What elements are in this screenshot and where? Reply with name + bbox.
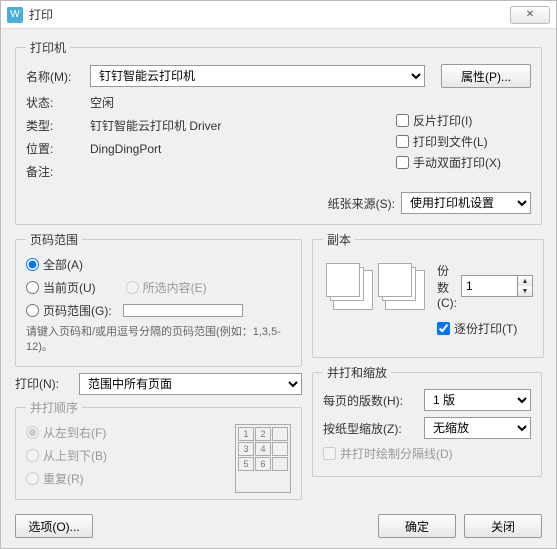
close-button[interactable]: 关闭 (464, 514, 542, 538)
collate-preview-icon (385, 270, 425, 310)
zoom-legend: 并打和缩放 (323, 364, 391, 381)
print-what-label: 打印(N): (15, 375, 73, 392)
range-all-label: 全部(A) (43, 256, 83, 273)
reverse-label: 反片打印(I) (413, 112, 472, 129)
range-pages-radio[interactable] (26, 304, 39, 317)
copies-label: 份数(C): (437, 262, 457, 310)
printer-name-select[interactable]: 钉钉智能云打印机 (90, 65, 425, 87)
properties-button[interactable]: 属性(P)... (441, 64, 531, 88)
titlebar: W 打印 ✕ (1, 1, 556, 29)
printer-name-label: 名称(M): (26, 68, 84, 85)
copies-legend: 副本 (323, 231, 355, 248)
type-value: 钉钉智能云打印机 Driver (90, 117, 221, 134)
paper-source-label: 纸张来源(S): (328, 195, 395, 212)
status-label: 状态: (26, 94, 84, 111)
print-order-group: 并打顺序 从左到右(F) 从上到下(B) 重复(R) 12 34 56 (15, 399, 302, 500)
window-title: 打印 (29, 6, 53, 23)
perpage-label: 每页的版数(H): (323, 392, 418, 409)
type-label: 类型: (26, 117, 84, 134)
order-lr-label: 从左到右(F) (43, 424, 106, 441)
scale-label: 按纸型缩放(Z): (323, 420, 418, 437)
order-tb-label: 从上到下(B) (43, 447, 107, 464)
print-what-select[interactable]: 范围中所有页面 (79, 373, 302, 395)
tofile-checkbox[interactable] (396, 135, 409, 148)
range-current-label: 当前页(U) (43, 279, 96, 296)
order-repeat-label: 重复(R) (43, 470, 84, 487)
comment-label: 备注: (26, 163, 84, 180)
duplex-checkbox[interactable] (396, 156, 409, 169)
separator-label: 并打时绘制分隔线(D) (340, 445, 453, 462)
range-pages-input[interactable] (123, 304, 243, 317)
window-close-button[interactable]: ✕ (510, 6, 550, 24)
range-pages-label: 页码范围(G): (43, 302, 112, 319)
copies-input[interactable] (461, 275, 517, 297)
status-value: 空闲 (90, 94, 114, 111)
where-value: DingDingPort (90, 142, 161, 156)
range-current-radio[interactable] (26, 281, 39, 294)
copies-up-button[interactable]: ▲ (518, 276, 532, 286)
order-repeat-radio (26, 472, 39, 485)
order-preview-icon: 12 34 56 (235, 424, 291, 493)
reverse-checkbox[interactable] (396, 114, 409, 127)
where-label: 位置: (26, 140, 84, 157)
collate-label: 逐份打印(T) (454, 320, 517, 337)
separator-checkbox (323, 447, 336, 460)
perpage-select[interactable]: 1 版 (424, 389, 531, 411)
range-legend: 页码范围 (26, 231, 82, 248)
page-range-group: 页码范围 全部(A) 当前页(U) 所选内容(E) 页码范围(G): 请键入页码… (15, 231, 302, 367)
copies-down-button[interactable]: ▼ (518, 286, 532, 296)
print-dialog: W 打印 ✕ 打印机 名称(M): 钉钉智能云打印机 属性(P)... (0, 0, 557, 549)
copies-group: 副本 份数(C): ▲▼ (312, 231, 544, 358)
close-icon: ✕ (526, 9, 534, 20)
order-legend: 并打顺序 (26, 399, 82, 416)
order-lr-radio (26, 426, 39, 439)
collate-preview-icon (333, 270, 373, 310)
range-selection-radio (126, 281, 139, 294)
range-all-radio[interactable] (26, 258, 39, 271)
range-selection-label: 所选内容(E) (143, 279, 207, 296)
scale-select[interactable]: 无缩放 (424, 417, 531, 439)
ok-button[interactable]: 确定 (378, 514, 456, 538)
printer-legend: 打印机 (26, 39, 70, 56)
tofile-label: 打印到文件(L) (413, 133, 488, 150)
order-tb-radio (26, 449, 39, 462)
duplex-label: 手动双面打印(X) (413, 154, 501, 171)
printer-group: 打印机 名称(M): 钉钉智能云打印机 属性(P)... 状态: 空闲 类型: 钉钉… (15, 39, 542, 225)
paper-source-select[interactable]: 使用打印机设置 (401, 192, 531, 214)
collate-checkbox[interactable] (437, 322, 450, 335)
options-button[interactable]: 选项(O)... (15, 514, 93, 538)
app-icon: W (7, 7, 23, 23)
dialog-footer: 选项(O)... 确定 关闭 (1, 508, 556, 548)
range-hint: 请键入页码和/或用逗号分隔的页码范围(例如：1,3,5-12)。 (26, 325, 291, 356)
zoom-group: 并打和缩放 每页的版数(H): 1 版 按纸型缩放(Z): 无缩放 并打时绘制分… (312, 364, 542, 477)
